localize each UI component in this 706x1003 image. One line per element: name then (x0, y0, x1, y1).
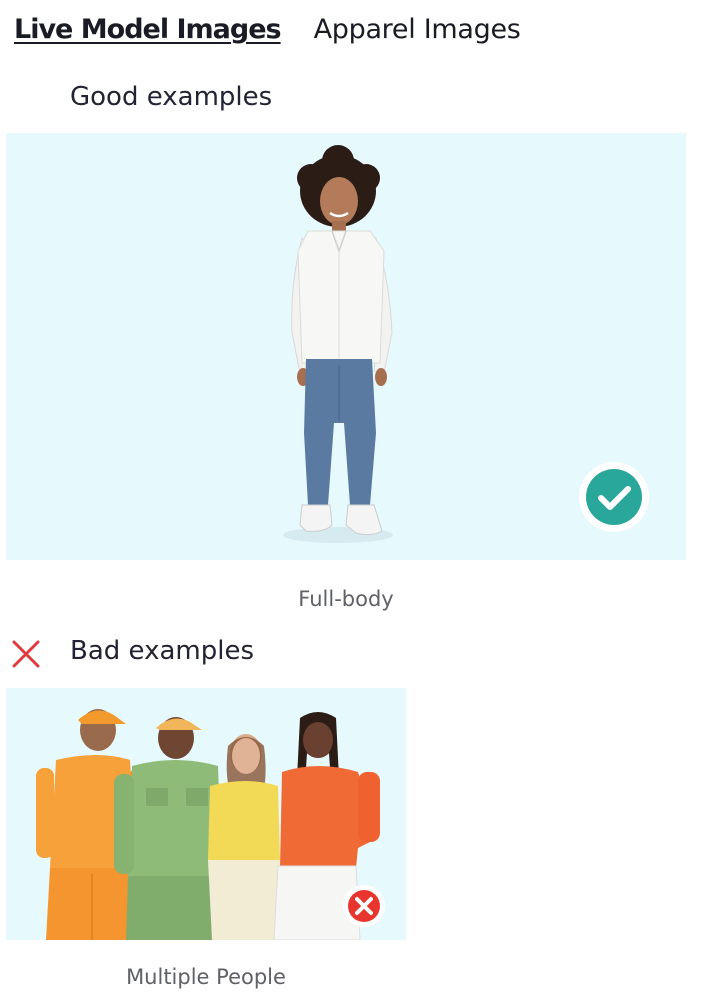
tab-live-model-images[interactable]: Live Model Images (14, 14, 282, 45)
close-icon (12, 640, 40, 668)
bad-example-caption: Multiple People (126, 965, 286, 989)
x-circle-icon (343, 885, 385, 927)
bad-examples-heading: Bad examples (70, 636, 254, 666)
check-circle-icon (579, 462, 649, 532)
guidelines-page: Live Model Images Apparel Images Good ex… (0, 0, 706, 1003)
bad-example-image (6, 688, 406, 940)
good-example-image (6, 133, 686, 560)
good-example-caption: Full-body (298, 587, 394, 611)
tab-apparel-images[interactable]: Apparel Images (314, 14, 521, 45)
good-examples-heading: Good examples (70, 82, 273, 112)
image-type-tabs: Live Model Images Apparel Images (14, 14, 521, 45)
